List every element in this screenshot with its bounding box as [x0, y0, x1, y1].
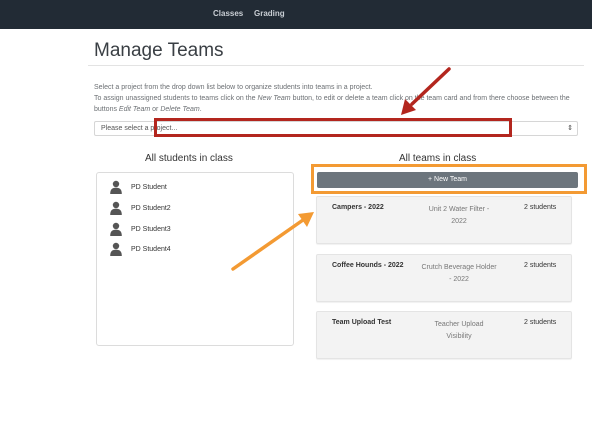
- team-project-line: Visibility: [446, 333, 472, 340]
- new-team-emphasis: New Team: [257, 95, 291, 102]
- teams-heading: All teams in class: [399, 153, 477, 164]
- students-panel: PD Student PD Student2 PD Student3 PD St…: [96, 172, 294, 346]
- team-name: Team Upload Test: [332, 319, 392, 326]
- team-project-line: Unit 2 Water Filter -: [428, 206, 490, 213]
- instructions-text-fragment: button, to edit or delete a team click o…: [290, 95, 570, 102]
- instructions-text-fragment: or: [150, 106, 161, 113]
- instructions-text-fragment: .: [199, 106, 202, 113]
- students-heading: All students in class: [145, 153, 233, 164]
- team-name: Campers - 2022: [332, 204, 384, 211]
- red-highlight-box: [154, 118, 512, 137]
- team-student-count: 2 students: [524, 204, 557, 211]
- instructions-line-3: buttons Edit Team or Delete Team.: [94, 104, 574, 115]
- nav-link-classes[interactable]: Classes: [213, 9, 243, 18]
- team-name: Coffee Hounds - 2022: [332, 262, 404, 269]
- instructions-text-fragment: To assign unassigned students to teams c…: [94, 95, 258, 102]
- delete-team-emphasis: Delete Team: [160, 106, 200, 113]
- student-item[interactable]: PD Student4: [109, 241, 171, 257]
- page-title: Manage Teams: [94, 40, 224, 61]
- student-item[interactable]: PD Student3: [109, 221, 171, 237]
- person-icon: [110, 180, 122, 194]
- team-card[interactable]: Team Upload Test Teacher Upload Visibilit…: [316, 311, 572, 359]
- team-project: Crutch Beverage Holder - 2022: [419, 262, 499, 286]
- person-icon: [110, 201, 122, 215]
- team-project-line: 2022: [451, 218, 467, 225]
- person-icon: [110, 222, 122, 236]
- student-item[interactable]: PD Student: [109, 179, 167, 195]
- edit-team-emphasis: Edit Team: [118, 106, 151, 113]
- student-name: PD Student3: [131, 225, 171, 233]
- student-name: PD Student: [131, 183, 167, 191]
- team-card[interactable]: Coffee Hounds - 2022 Crutch Beverage Hol…: [316, 254, 572, 302]
- student-item[interactable]: PD Student2: [109, 200, 171, 216]
- team-card[interactable]: Campers - 2022 Unit 2 Water Filter - 2022…: [316, 196, 572, 244]
- team-project: Teacher Upload Visibility: [419, 319, 499, 343]
- student-name: PD Student4: [131, 245, 171, 253]
- sort-caret-icon: ⇕: [567, 125, 573, 132]
- new-team-button[interactable]: + New Team: [317, 172, 578, 188]
- team-student-count: 2 students: [524, 262, 557, 269]
- instructions-text-fragment: buttons: [94, 106, 119, 113]
- instructions-line-1: Select a project from the drop down list…: [94, 84, 373, 91]
- top-navbar: Classes Grading: [0, 0, 592, 29]
- student-name: PD Student2: [131, 204, 171, 212]
- instructions-text: Select a project from the drop down list…: [94, 82, 574, 115]
- team-project-line: - 2022: [449, 276, 469, 283]
- team-project-line: Teacher Upload: [434, 321, 484, 328]
- team-project-line: Crutch Beverage Holder: [421, 264, 497, 271]
- instructions-line-2: To assign unassigned students to teams c…: [94, 93, 574, 104]
- nav-link-grading[interactable]: Grading: [254, 9, 285, 18]
- person-icon: [110, 242, 122, 256]
- title-divider: [88, 65, 584, 66]
- team-student-count: 2 students: [524, 319, 557, 326]
- team-project: Unit 2 Water Filter - 2022: [419, 204, 499, 228]
